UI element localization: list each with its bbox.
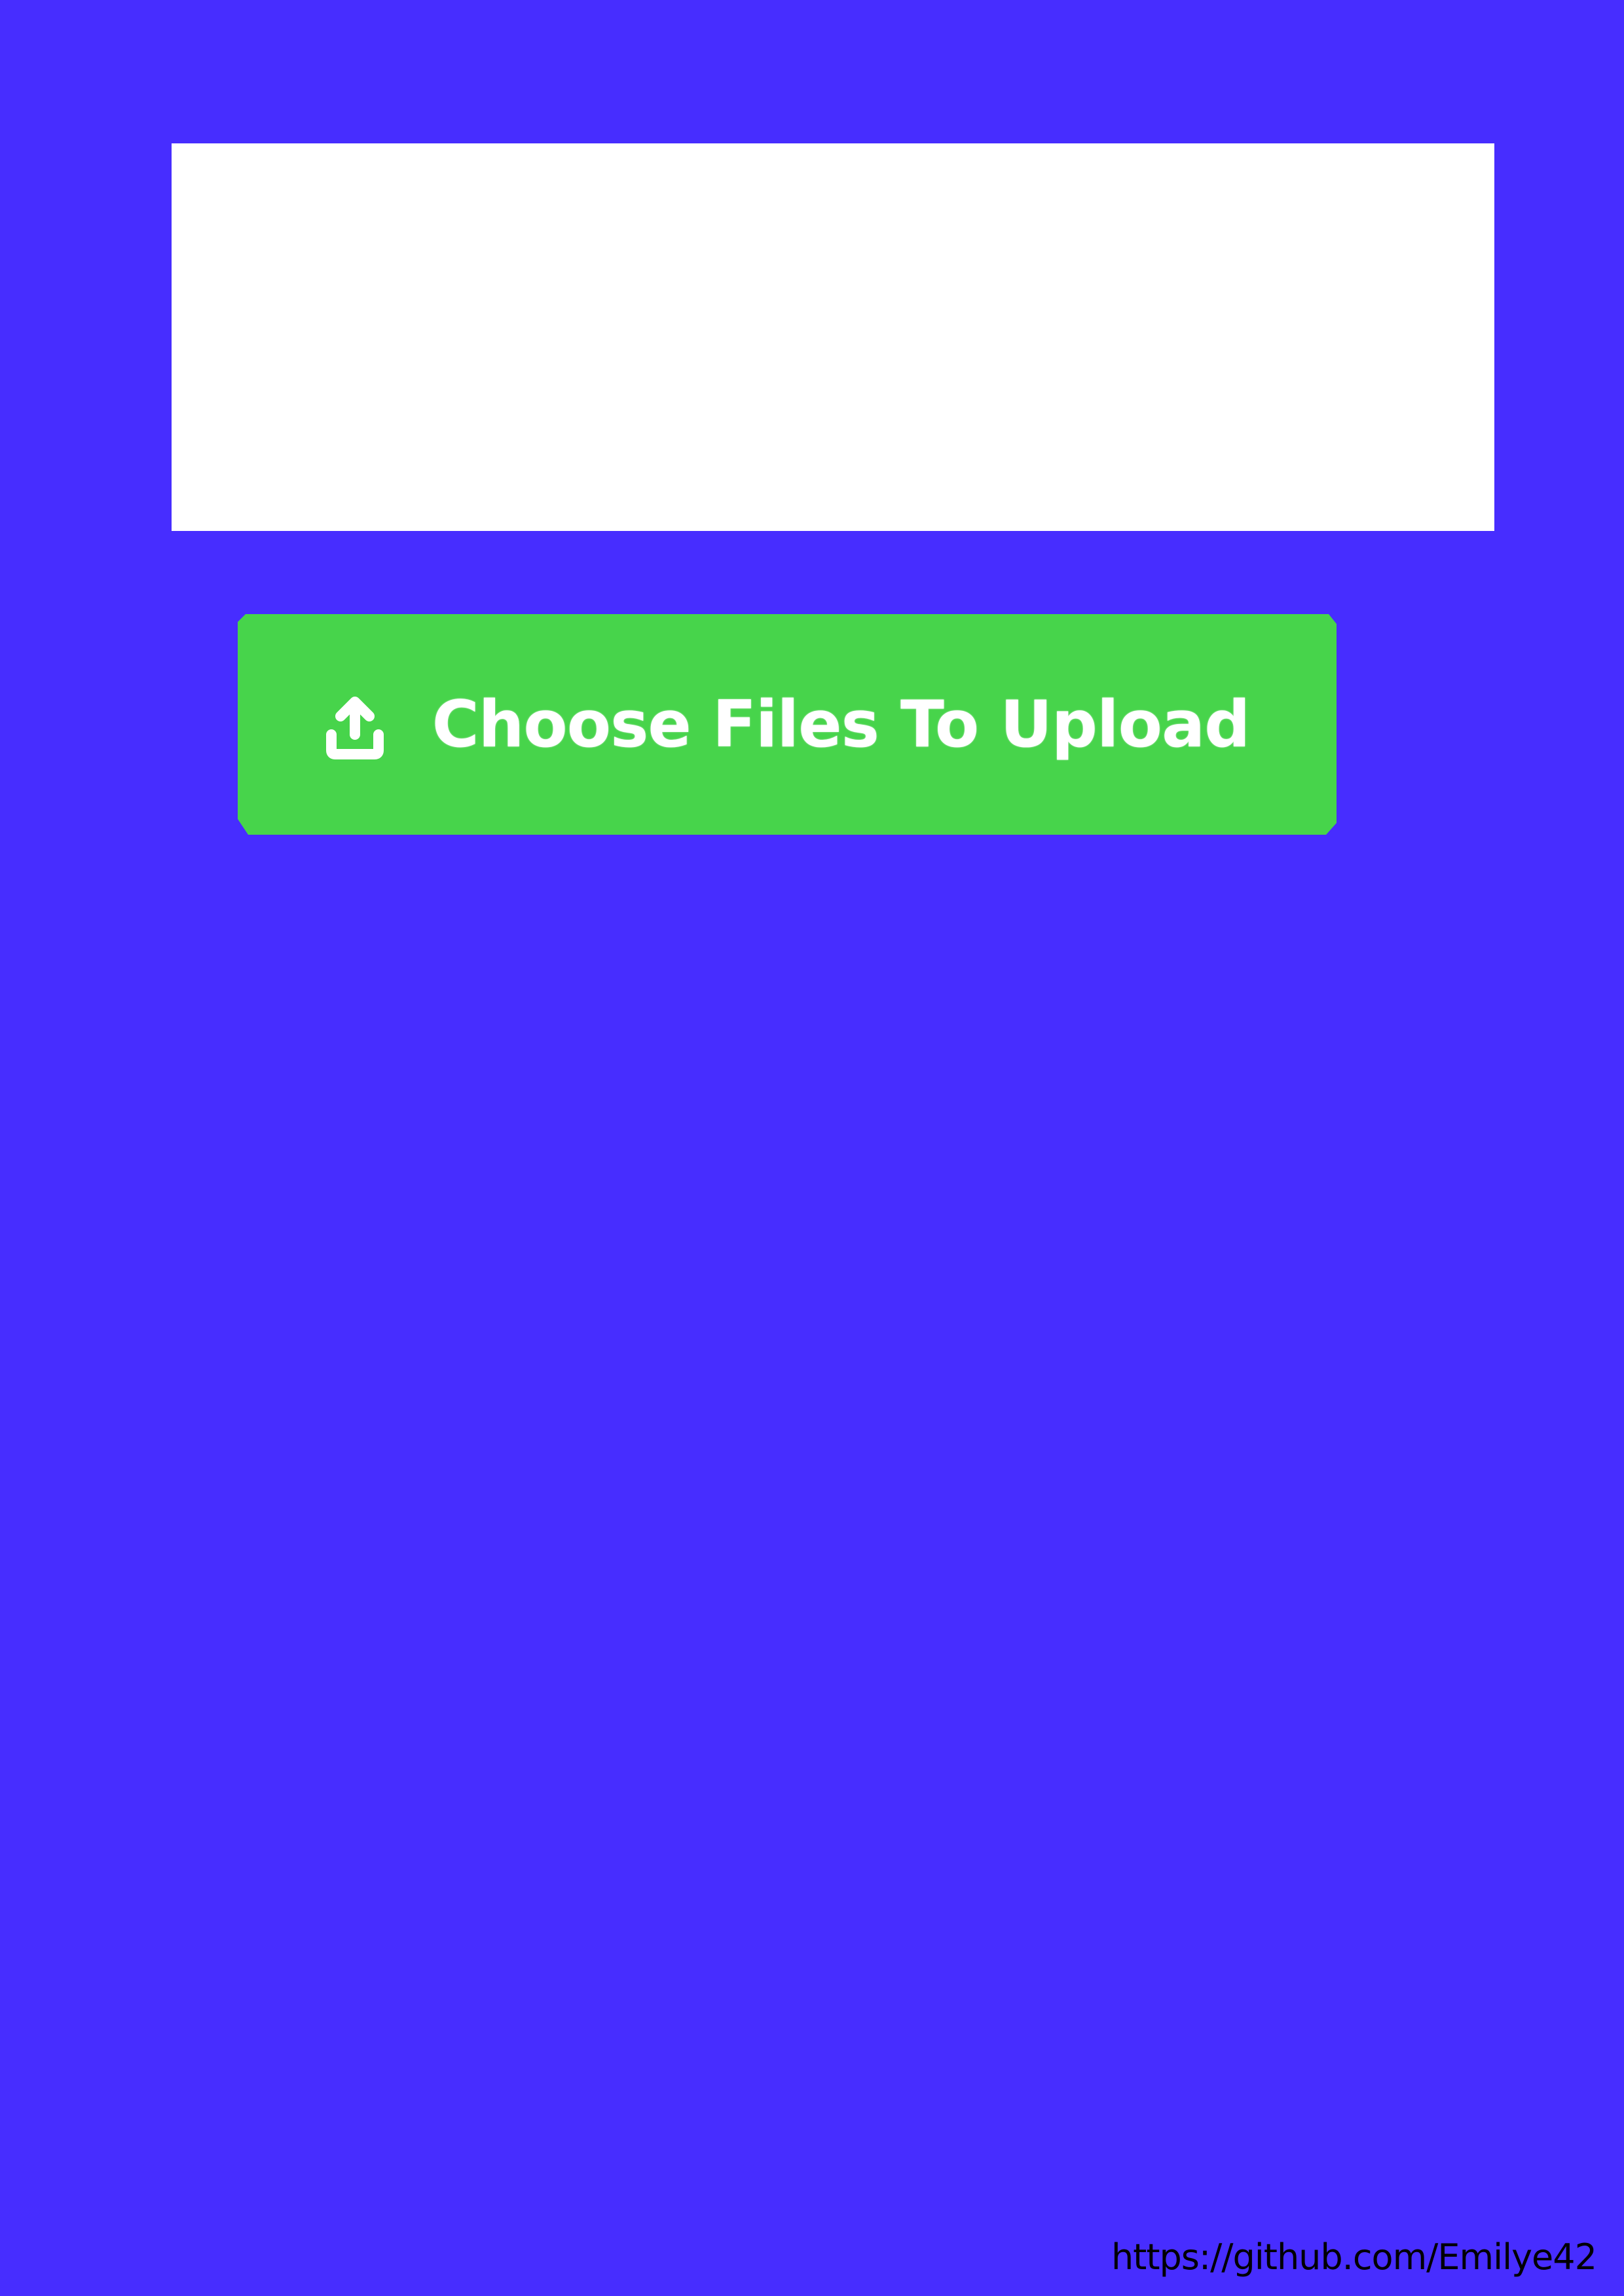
github-credit-link[interactable]: https://github.com/Emilye42 bbox=[1111, 2236, 1597, 2278]
upload-icon bbox=[325, 694, 385, 761]
choose-files-upload-button[interactable]: Choose Files To Upload bbox=[238, 614, 1337, 835]
upload-button-label: Choose Files To Upload bbox=[432, 687, 1250, 762]
file-preview-area bbox=[172, 143, 1494, 531]
